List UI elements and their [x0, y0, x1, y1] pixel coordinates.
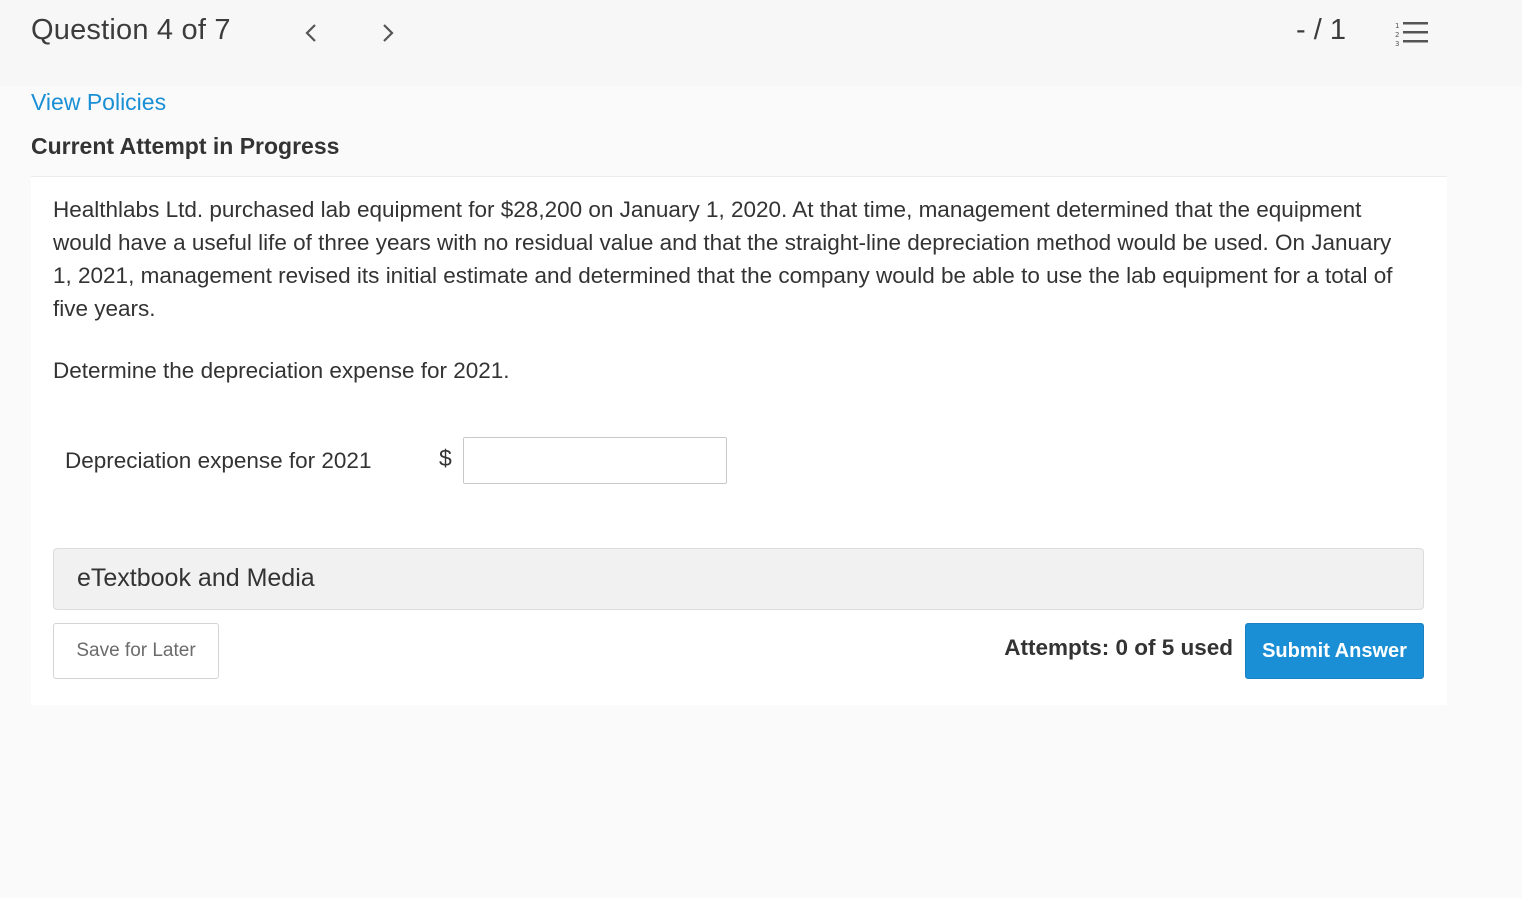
chevron-left-icon	[305, 24, 316, 42]
question-score: - / 1	[1296, 14, 1346, 46]
question-panel: View Policies Current Attempt in Progres…	[31, 86, 1447, 705]
etextbook-media-toggle[interactable]: eTextbook and Media	[53, 548, 1424, 610]
numbered-list-icon: 1 2 3	[1395, 22, 1428, 48]
question-prompt: Determine the depreciation expense for 2…	[53, 358, 510, 383]
question-list-button[interactable]: 1 2 3	[1395, 20, 1429, 48]
view-policies-link[interactable]: View Policies	[31, 89, 166, 116]
svg-text:1: 1	[1395, 22, 1399, 30]
next-question-button[interactable]	[373, 16, 403, 50]
question-body: Healthlabs Ltd. purchased lab equipment …	[31, 177, 1447, 705]
submit-answer-button[interactable]: Submit Answer	[1245, 623, 1424, 679]
attempt-heading: Current Attempt in Progress	[31, 133, 340, 159]
previous-question-button[interactable]	[296, 16, 326, 50]
chevron-right-icon	[383, 24, 394, 42]
attempts-counter: Attempts: 0 of 5 used	[1004, 635, 1233, 660]
svg-text:3: 3	[1395, 40, 1399, 48]
panel-header: View Policies Current Attempt in Progres…	[31, 86, 1447, 177]
etextbook-media-label: eTextbook and Media	[77, 564, 315, 592]
question-text: Healthlabs Ltd. purchased lab equipment …	[53, 197, 1393, 321]
depreciation-expense-input[interactable]	[463, 437, 727, 484]
answer-label: Depreciation expense for 2021	[65, 448, 372, 473]
question-header: Question 4 of 7 - / 1 1 2 3	[0, 0, 1522, 86]
save-for-later-button[interactable]: Save for Later	[53, 623, 219, 679]
question-counter: Question 4 of 7	[31, 14, 231, 46]
currency-symbol: $	[439, 445, 452, 471]
svg-text:2: 2	[1395, 31, 1399, 39]
